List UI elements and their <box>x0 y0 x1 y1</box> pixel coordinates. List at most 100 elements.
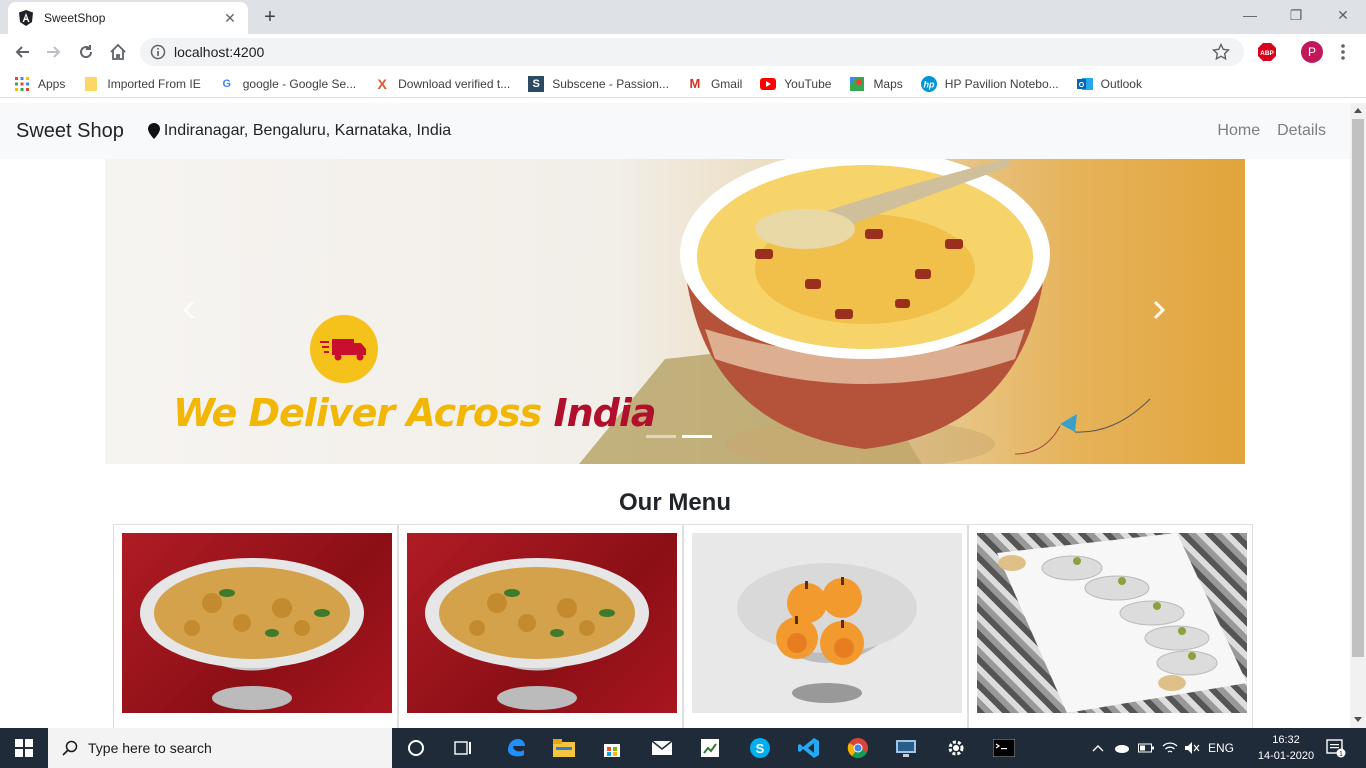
skype-icon[interactable]: S <box>748 736 772 760</box>
abp-label: ABP <box>1260 50 1274 57</box>
volume-muted-icon[interactable] <box>1184 741 1200 755</box>
menu-card[interactable] <box>683 524 968 728</box>
bookmark-download-verified[interactable]: X Download verified t... <box>374 76 510 92</box>
location-text: Indiranagar, Bengaluru, Karnataka, India <box>163 122 452 139</box>
tab-strip: SweetShop ✕ + — ❐ ✕ <box>0 0 1366 34</box>
close-window-button[interactable]: ✕ <box>1320 0 1366 30</box>
windows-logo-icon <box>15 739 33 757</box>
carousel-indicator-1[interactable] <box>646 435 676 438</box>
task-view-icon[interactable] <box>451 736 475 760</box>
scrollbar-thumb[interactable] <box>1352 119 1364 657</box>
nav-links: Home Details <box>1200 103 1326 159</box>
site-brand[interactable]: Sweet Shop <box>16 120 124 143</box>
gmail-icon: M <box>689 76 701 91</box>
cortana-icon[interactable] <box>404 736 428 760</box>
wifi-icon[interactable] <box>1162 741 1178 755</box>
start-button[interactable] <box>0 728 48 768</box>
bookmark-maps[interactable]: Maps <box>849 76 903 92</box>
back-arrow-icon <box>15 46 29 58</box>
subscene-icon: S <box>528 75 545 92</box>
address-bar[interactable]: localhost:4200 <box>140 38 1244 66</box>
more-menu-icon[interactable] <box>1338 42 1348 62</box>
search-placeholder: Type here to search <box>88 740 212 756</box>
youtube-icon <box>760 76 777 92</box>
sticky-notes-icon[interactable] <box>698 736 722 760</box>
menu-item-image <box>977 533 1247 713</box>
bookmark-label: Maps <box>873 76 903 91</box>
store-icon[interactable] <box>600 736 624 760</box>
hero-carousel: We Deliver Across India <box>105 159 1245 464</box>
bookmark-hp[interactable]: hp HP Pavilion Notebo... <box>920 75 1059 92</box>
url-text: localhost:4200 <box>174 44 265 60</box>
carousel-indicator-2[interactable] <box>682 435 712 438</box>
home-icon <box>110 43 126 60</box>
bookmark-imported-from-ie[interactable]: Imported From IE <box>83 76 201 92</box>
profile-avatar[interactable]: P <box>1301 41 1323 63</box>
language-indicator[interactable]: ENG <box>1208 741 1234 755</box>
apps-grid-icon <box>14 76 30 92</box>
action-center-button[interactable]: 1 <box>1324 736 1348 760</box>
restore-button[interactable]: ❐ <box>1273 0 1319 30</box>
delivery-truck-icon <box>320 339 366 361</box>
location-display: Indiranagar, Bengaluru, Karnataka, India <box>147 122 452 140</box>
delivery-badge <box>310 315 378 383</box>
bookmark-outlook[interactable]: O Outlook <box>1076 76 1142 92</box>
nav-home-link[interactable]: Home <box>1217 122 1260 140</box>
new-tab-button[interactable]: + <box>258 6 282 30</box>
carousel-indicators <box>643 435 715 438</box>
outlook-icon: O <box>1076 76 1093 92</box>
chrome-icon[interactable] <box>846 736 870 760</box>
bookmark-google[interactable]: G google - Google Se... <box>219 76 356 92</box>
taskbar-search-box[interactable]: Type here to search <box>48 728 392 768</box>
system-tray: ENG <box>1092 728 1234 768</box>
menu-card[interactable] <box>968 524 1253 728</box>
banner-headline: We Deliver Across India <box>173 391 657 435</box>
menu-card[interactable] <box>113 524 398 728</box>
file-explorer-icon[interactable] <box>552 736 576 760</box>
bookmark-star-icon[interactable] <box>1212 43 1230 61</box>
site-navbar: Sweet Shop Indiranagar, Bengaluru, Karna… <box>0 103 1350 159</box>
clock-date: 14-01-2020 <box>1257 750 1315 762</box>
carousel-next-icon[interactable] <box>1147 299 1169 321</box>
browser-tab[interactable]: SweetShop ✕ <box>8 2 248 34</box>
adblock-plus-icon[interactable]: ABP <box>1257 42 1277 62</box>
bookmark-gmail[interactable]: M Gmail <box>687 76 743 92</box>
maps-icon <box>849 76 865 92</box>
notification-count: 1 <box>1339 751 1343 758</box>
bookmark-label: Imported From IE <box>107 76 201 91</box>
bookmark-youtube[interactable]: YouTube <box>760 76 831 92</box>
home-button[interactable] <box>106 40 130 64</box>
page-scrollbar[interactable] <box>1350 103 1366 728</box>
forward-button[interactable] <box>42 40 66 64</box>
nav-details-link[interactable]: Details <box>1277 122 1326 140</box>
folder-icon <box>83 76 99 92</box>
scroll-down-arrow-icon[interactable] <box>1354 717 1362 722</box>
close-tab-icon[interactable]: ✕ <box>222 10 238 27</box>
menu-card[interactable] <box>398 524 683 728</box>
vscode-icon[interactable] <box>797 736 821 760</box>
edge-icon[interactable] <box>504 736 528 760</box>
battery-icon[interactable] <box>1138 743 1154 753</box>
settings-gear-icon[interactable] <box>944 736 968 760</box>
info-icon[interactable] <box>150 44 166 60</box>
minimize-button[interactable]: — <box>1227 0 1273 30</box>
bookmark-label: Gmail <box>710 76 743 91</box>
bookmarks-bar: Apps Imported From IE G google - Google … <box>0 70 1366 98</box>
browser-toolbar: localhost:4200 <box>0 34 1366 70</box>
carousel-prev-icon[interactable] <box>179 299 201 321</box>
back-button[interactable] <box>10 40 34 64</box>
svg-text:S: S <box>756 741 765 756</box>
bookmark-apps[interactable]: Apps <box>14 76 65 92</box>
mail-icon[interactable] <box>650 736 674 760</box>
scroll-up-arrow-icon[interactable] <box>1354 108 1362 113</box>
remote-desktop-icon[interactable] <box>894 736 918 760</box>
bookmark-subscene[interactable]: S Subscene - Passion... <box>528 75 669 92</box>
reload-button[interactable] <box>74 40 98 64</box>
chevron-up-icon[interactable] <box>1092 744 1104 752</box>
forward-arrow-icon <box>47 46 61 58</box>
terminal-icon[interactable] <box>992 736 1016 760</box>
onedrive-cloud-icon[interactable] <box>1114 743 1130 753</box>
page-viewport: Sweet Shop Indiranagar, Bengaluru, Karna… <box>0 103 1350 728</box>
clock[interactable]: 16:32 14-01-2020 <box>1254 732 1318 764</box>
windows-taskbar: Type here to search S ENG 16:32 14-01-20… <box>0 728 1366 768</box>
